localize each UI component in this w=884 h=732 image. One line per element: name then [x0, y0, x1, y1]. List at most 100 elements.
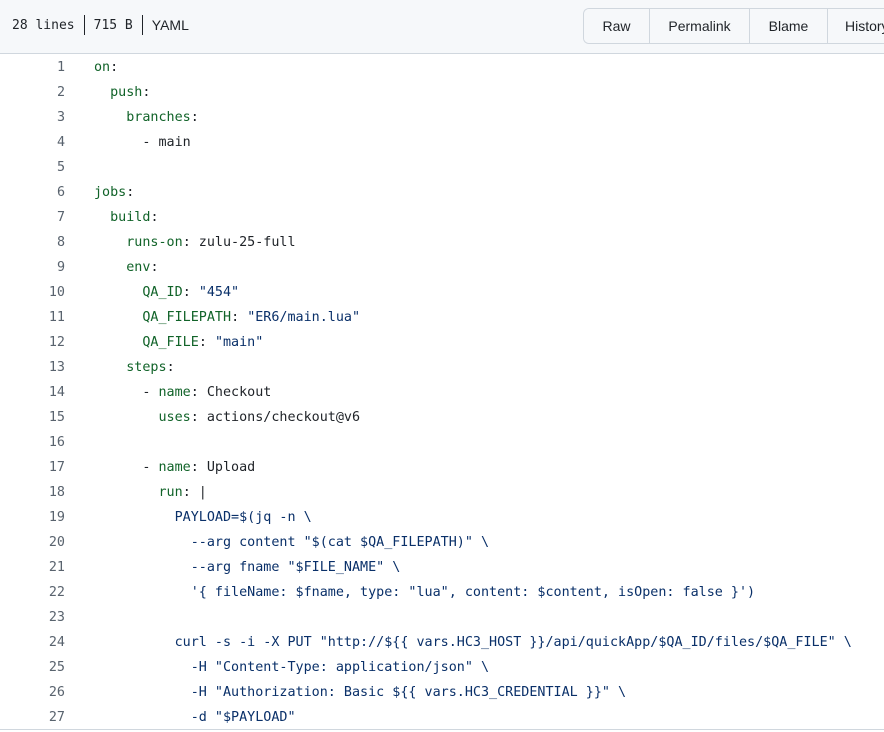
- yaml-string: "454": [198, 285, 240, 300]
- line-number[interactable]: 12: [0, 330, 65, 355]
- raw-button[interactable]: Raw: [584, 9, 650, 43]
- history-button[interactable]: History: [828, 9, 884, 43]
- line-content: steps:: [94, 355, 175, 380]
- line-content: runs-on: zulu-25-full: [94, 230, 295, 255]
- line-number[interactable]: 23: [0, 605, 65, 630]
- code-token: -: [142, 460, 159, 475]
- code-token: :: [182, 285, 199, 300]
- code-line: 12 QA_FILE: "main": [0, 330, 884, 355]
- code-line: 26 -H "Authorization: Basic ${{ vars.HC3…: [0, 680, 884, 705]
- line-number[interactable]: 17: [0, 455, 65, 480]
- line-number[interactable]: 5: [0, 155, 65, 180]
- code-token: : |: [182, 485, 207, 500]
- line-number[interactable]: 21: [0, 555, 65, 580]
- yaml-key: QA_ID: [142, 285, 183, 300]
- line-number[interactable]: 14: [0, 380, 65, 405]
- line-content: PAYLOAD=$(jq -n \: [94, 505, 312, 530]
- line-number[interactable]: 3: [0, 105, 65, 130]
- yaml-key: name: [158, 385, 191, 400]
- line-number[interactable]: 4: [0, 130, 65, 155]
- line-number[interactable]: 7: [0, 205, 65, 230]
- code-line: 18 run: |: [0, 480, 884, 505]
- yaml-string: '{ fileName: $fname, type: "lua", conten…: [190, 585, 756, 600]
- line-number[interactable]: 8: [0, 230, 65, 255]
- line-number[interactable]: 1: [0, 55, 65, 80]
- code-token: :: [166, 360, 175, 375]
- code-token: :: [190, 110, 199, 125]
- line-number[interactable]: 20: [0, 530, 65, 555]
- line-number[interactable]: 2: [0, 80, 65, 105]
- divider: [83, 15, 85, 35]
- line-number[interactable]: 26: [0, 680, 65, 705]
- yaml-key: runs-on: [126, 235, 183, 250]
- permalink-button[interactable]: Permalink: [650, 9, 750, 43]
- file-header: 28 lines 715 B YAML Raw Permalink Blame …: [0, 0, 884, 54]
- file-language: YAML: [151, 17, 189, 33]
- yaml-string: -H "Content-Type: application/json" \: [190, 660, 490, 675]
- code-token: :: [150, 210, 159, 225]
- line-number[interactable]: 6: [0, 180, 65, 205]
- yaml-key: build: [110, 210, 151, 225]
- code-line: 25 -H "Content-Type: application/json" \: [0, 655, 884, 680]
- divider: [141, 15, 143, 35]
- yaml-key: env: [126, 260, 151, 275]
- code-token: -: [142, 385, 159, 400]
- line-content: uses: actions/checkout@v6: [94, 405, 361, 430]
- line-number[interactable]: 15: [0, 405, 65, 430]
- line-number[interactable]: 19: [0, 505, 65, 530]
- yaml-key: push: [110, 85, 143, 100]
- line-content: - name: Upload: [94, 455, 255, 480]
- line-content: on:: [94, 55, 118, 80]
- yaml-key: name: [158, 460, 191, 475]
- yaml-string: --arg content "$(cat $QA_FILEPATH)" \: [190, 535, 490, 550]
- code-line: 22 '{ fileName: $fname, type: "lua", con…: [0, 580, 884, 605]
- line-number[interactable]: 18: [0, 480, 65, 505]
- yaml-key: QA_FILEPATH: [142, 310, 232, 325]
- code-token: :: [126, 185, 135, 200]
- line-content: branches:: [94, 105, 199, 130]
- divider: [0, 729, 884, 730]
- line-content: env:: [94, 255, 159, 280]
- line-content: --arg content "$(cat $QA_FILEPATH)" \: [94, 530, 489, 555]
- yaml-string: PAYLOAD=$(jq -n \: [174, 510, 312, 525]
- code-line: 5: [0, 155, 884, 180]
- line-content: curl -s -i -X PUT "http://${{ vars.HC3_H…: [94, 630, 852, 655]
- code-view[interactable]: 1 on: 2 push: 3 branches: 4 - main 5 6 jobs: 7 b…: [0, 54, 884, 732]
- line-number[interactable]: 25: [0, 655, 65, 680]
- yaml-string: --arg fname "$FILE_NAME" \: [190, 560, 401, 575]
- code-line: 1 on:: [0, 55, 884, 80]
- yaml-string: -d "$PAYLOAD": [190, 710, 296, 725]
- code-line: 14 - name: Checkout: [0, 380, 884, 405]
- line-number[interactable]: 10: [0, 280, 65, 305]
- line-number[interactable]: 24: [0, 630, 65, 655]
- line-number[interactable]: 27: [0, 705, 65, 730]
- line-content: QA_FILEPATH: "ER6/main.lua": [94, 305, 360, 330]
- line-number[interactable]: 11: [0, 305, 65, 330]
- line-number[interactable]: 9: [0, 255, 65, 280]
- file-size: 715 B: [93, 17, 133, 33]
- line-number[interactable]: 22: [0, 580, 65, 605]
- line-content: --arg fname "$FILE_NAME" \: [94, 555, 401, 580]
- yaml-key: run: [158, 485, 183, 500]
- code-token: : Checkout: [190, 385, 272, 400]
- code-line: 15 uses: actions/checkout@v6: [0, 405, 884, 430]
- code-token: :: [150, 260, 159, 275]
- code-token: : actions/checkout@v6: [190, 410, 361, 425]
- line-count: 28 lines: [12, 17, 75, 33]
- yaml-string: "main": [214, 335, 264, 350]
- blame-button[interactable]: Blame: [750, 9, 828, 43]
- line-content: -d "$PAYLOAD": [94, 705, 296, 730]
- line-number[interactable]: 13: [0, 355, 65, 380]
- line-number[interactable]: 16: [0, 430, 65, 455]
- line-content: jobs:: [94, 180, 134, 205]
